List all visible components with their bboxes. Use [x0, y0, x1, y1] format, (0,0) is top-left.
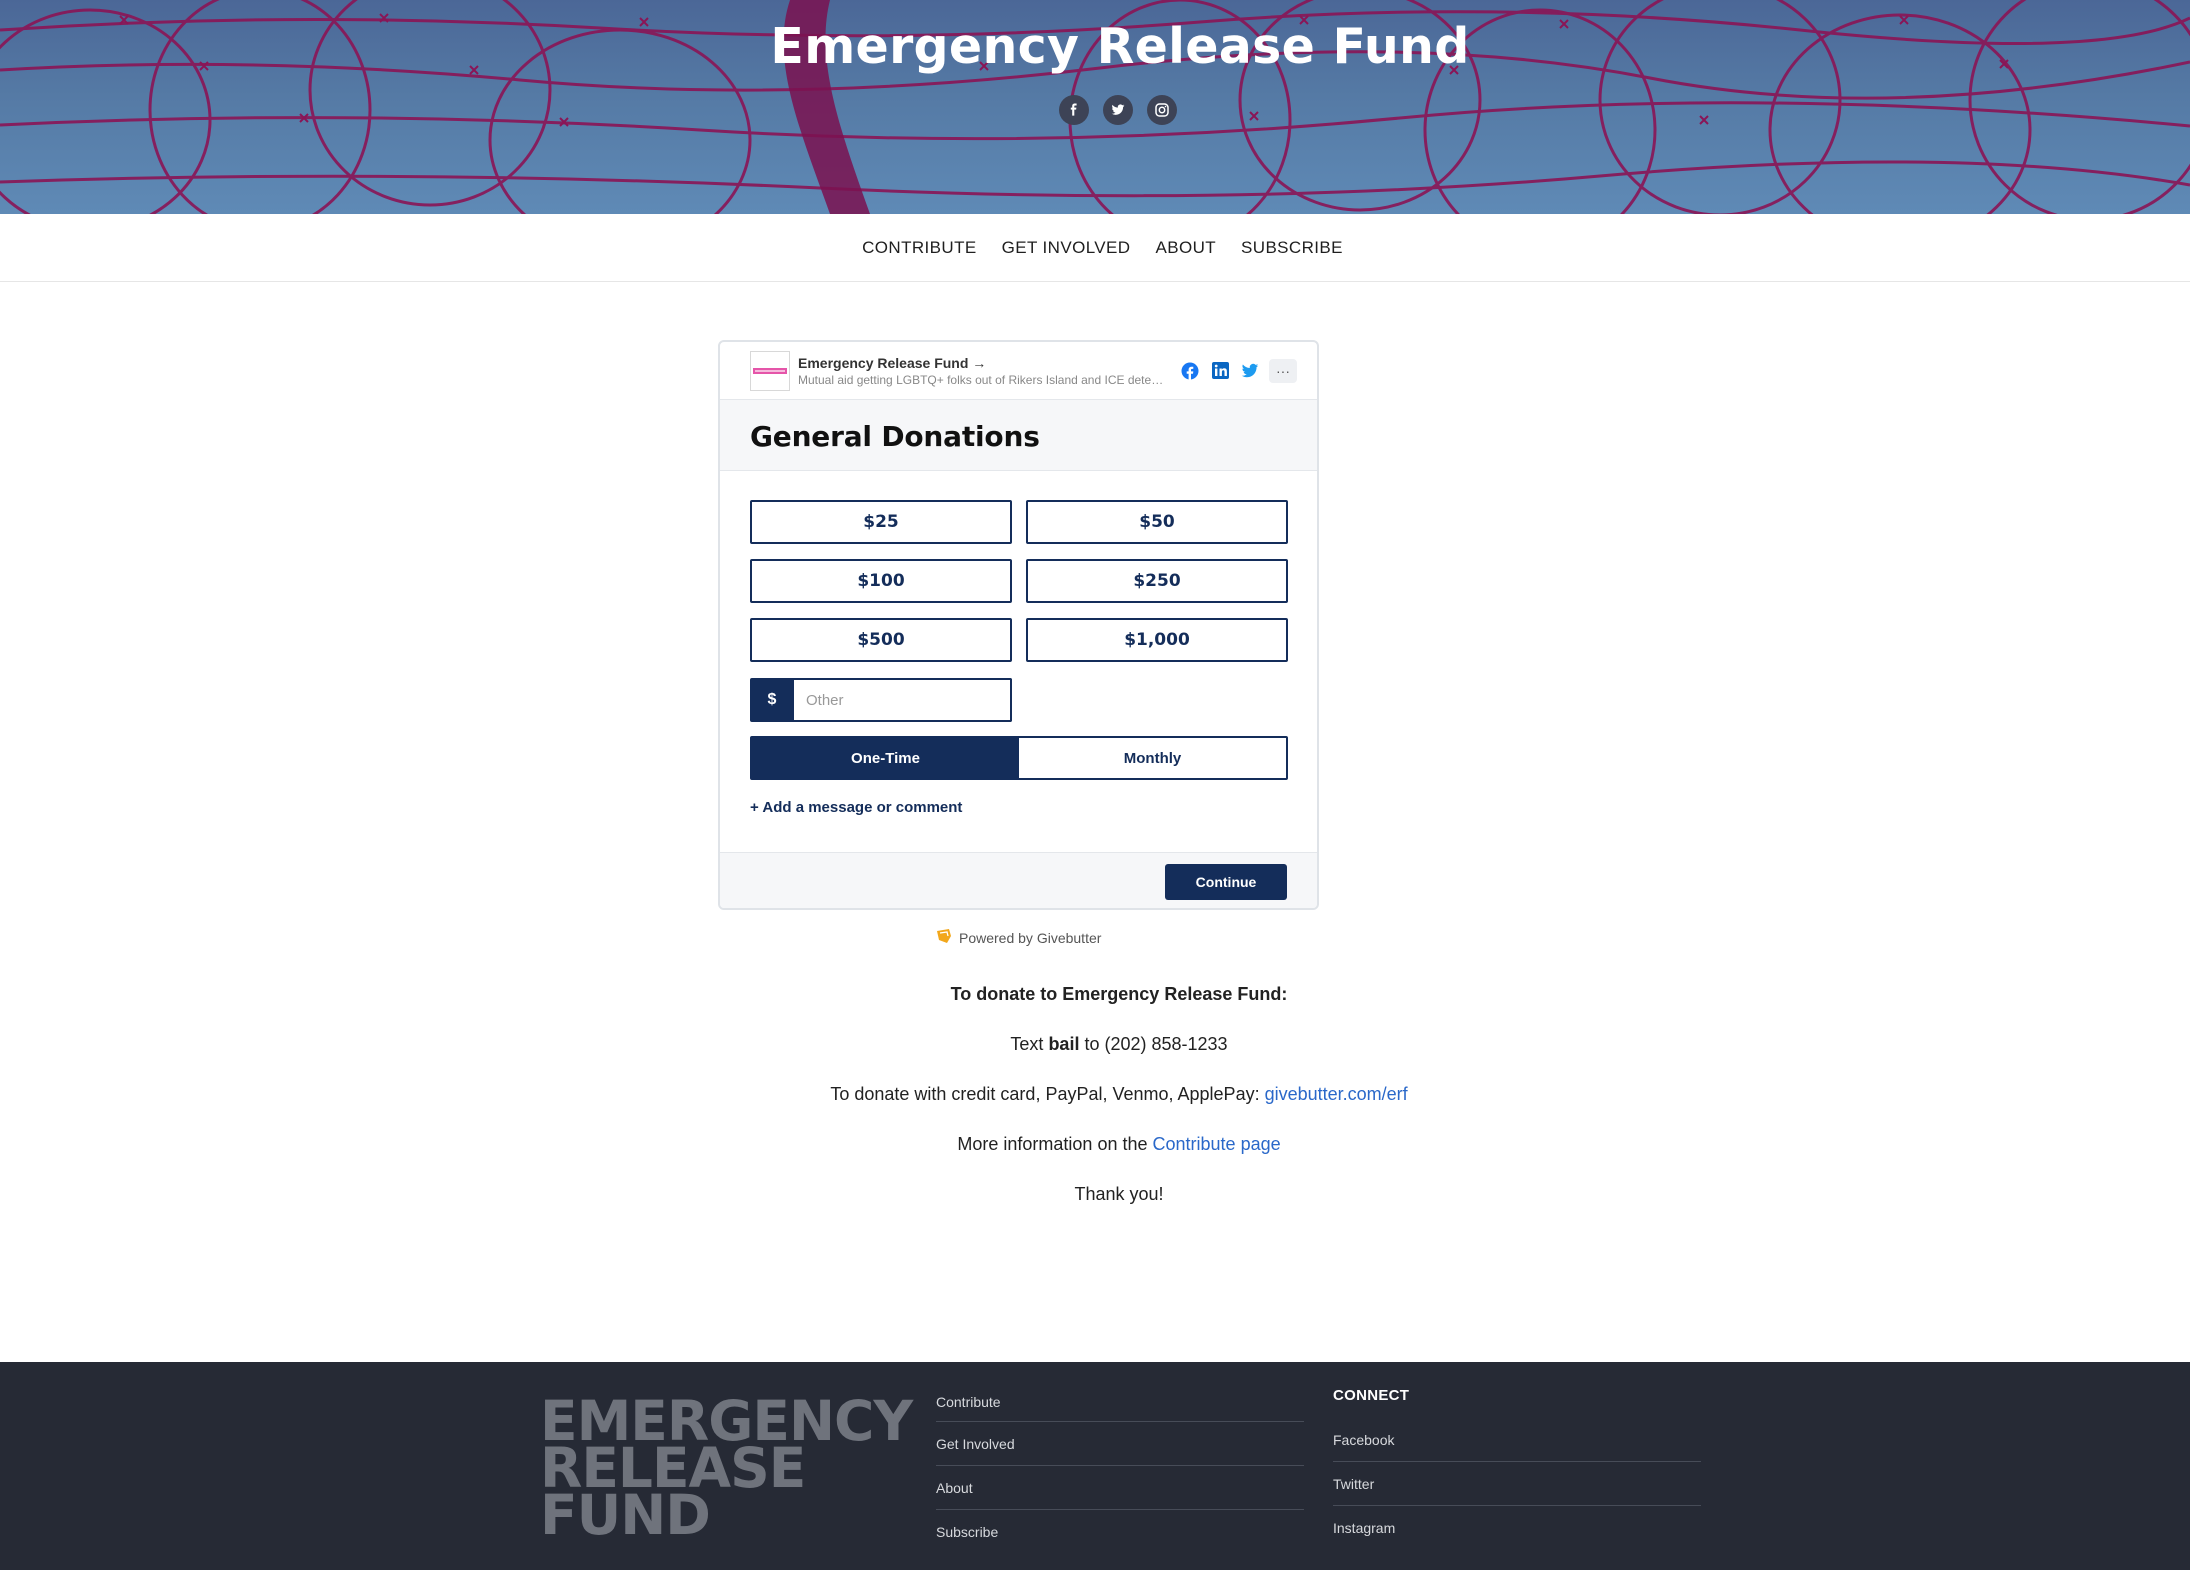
widget-header: Emergency Release Fund → Mutual aid gett… [720, 342, 1317, 400]
continue-button[interactable]: Continue [1165, 864, 1287, 900]
nav-contribute[interactable]: CONTRIBUTE [862, 238, 977, 258]
currency-symbol: $ [750, 678, 794, 722]
other-amount-field: $ Other [750, 678, 1012, 722]
hero-social-links [1059, 95, 1177, 125]
text-to-donate: Text bail to (202) 858-1233 [0, 1030, 2190, 1080]
org-logo[interactable] [750, 350, 790, 391]
other-amount-input[interactable]: Other [794, 678, 1012, 722]
donation-widget: Emergency Release Fund → Mutual aid gett… [718, 340, 1319, 910]
credit-card-info: To donate with credit card, PayPal, Venm… [0, 1080, 2190, 1130]
footer-logo[interactable]: EMERGENCY RELEASE FUND [540, 1394, 913, 1543]
widget-body: $25 $50 $100 $250 $500 $1,000 $ Other On… [720, 471, 1317, 816]
powered-by-label: Powered by Givebutter [959, 929, 1102, 946]
footer-link-instagram[interactable]: Instagram [1333, 1506, 1701, 1550]
givebutter-link[interactable]: givebutter.com/erf [1265, 1084, 1408, 1104]
amount-button-100[interactable]: $100 [750, 559, 1012, 603]
add-message-link[interactable]: + Add a message or comment [750, 799, 1287, 816]
connect-heading: CONNECT [1333, 1387, 1410, 1404]
facebook-icon[interactable] [1179, 360, 1201, 382]
instagram-icon[interactable] [1147, 95, 1177, 125]
amount-options: $25 $50 $100 $250 $500 $1,000 [750, 500, 1288, 662]
footer-link-subscribe[interactable]: Subscribe [936, 1510, 1304, 1554]
footer-nav: Contribute Get Involved About Subscribe [936, 1384, 1304, 1554]
frequency-one-time[interactable]: One-Time [752, 738, 1019, 778]
nav-subscribe[interactable]: SUBSCRIBE [1241, 238, 1343, 258]
amount-button-50[interactable]: $50 [1026, 500, 1288, 544]
twitter-icon[interactable] [1239, 360, 1261, 382]
campaign-title: General Donations [750, 420, 1040, 453]
footer-connect: CONNECT Facebook Twitter Instagram [1333, 1384, 1701, 1550]
widget-title-bar: General Donations [720, 400, 1317, 471]
share-buttons: ··· [1179, 358, 1297, 383]
nav-about[interactable]: ABOUT [1155, 238, 1216, 258]
text-keyword: bail [1048, 1034, 1080, 1054]
more-prefix: More information on the [957, 1134, 1148, 1154]
site-title: Emergency Release Fund [770, 18, 1470, 75]
site-footer: EMERGENCY RELEASE FUND Contribute Get In… [0, 1362, 2190, 1570]
powered-by-givebutter[interactable]: Powered by Givebutter [935, 928, 1101, 947]
text-suffix: to (202) 858-1233 [1084, 1034, 1228, 1054]
twitter-icon[interactable] [1103, 95, 1133, 125]
widget-footer: Continue [720, 852, 1317, 908]
more-info: More information on the Contribute page [0, 1130, 2190, 1180]
thank-you: Thank you! [1074, 1184, 1164, 1204]
frequency-toggle: One-Time Monthly [750, 736, 1288, 780]
amount-button-500[interactable]: $500 [750, 618, 1012, 662]
text-prefix: Text [1010, 1034, 1044, 1054]
main-nav: CONTRIBUTE GET INVOLVED ABOUT SUBSCRIBE [0, 214, 2190, 282]
frequency-monthly[interactable]: Monthly [1019, 738, 1286, 778]
amount-button-250[interactable]: $250 [1026, 559, 1288, 603]
org-name-link[interactable]: Emergency Release Fund → [798, 355, 1179, 371]
footer-link-about[interactable]: About [936, 1466, 1304, 1510]
footer-link-contribute[interactable]: Contribute [936, 1384, 1304, 1422]
org-description: Mutual aid getting LGBTQ+ folks out of R… [798, 372, 1168, 387]
linkedin-icon[interactable] [1209, 360, 1231, 382]
nav-get-involved[interactable]: GET INVOLVED [1002, 238, 1131, 258]
amount-button-25[interactable]: $25 [750, 500, 1012, 544]
contribute-page-link[interactable]: Contribute page [1153, 1134, 1281, 1154]
amount-button-1000[interactable]: $1,000 [1026, 618, 1288, 662]
footer-link-twitter[interactable]: Twitter [1333, 1462, 1701, 1506]
donation-info: To donate to Emergency Release Fund: Tex… [0, 980, 2190, 1230]
hero-banner: Emergency Release Fund [0, 0, 2190, 214]
facebook-icon[interactable] [1059, 95, 1089, 125]
footer-link-get-involved[interactable]: Get Involved [936, 1422, 1304, 1466]
more-options-icon[interactable]: ··· [1269, 358, 1297, 383]
givebutter-icon [935, 928, 953, 947]
donate-heading: To donate to Emergency Release Fund: [950, 984, 1288, 1004]
footer-link-facebook[interactable]: Facebook [1333, 1418, 1701, 1462]
credit-prefix: To donate with credit card, PayPal, Venm… [830, 1084, 1260, 1104]
